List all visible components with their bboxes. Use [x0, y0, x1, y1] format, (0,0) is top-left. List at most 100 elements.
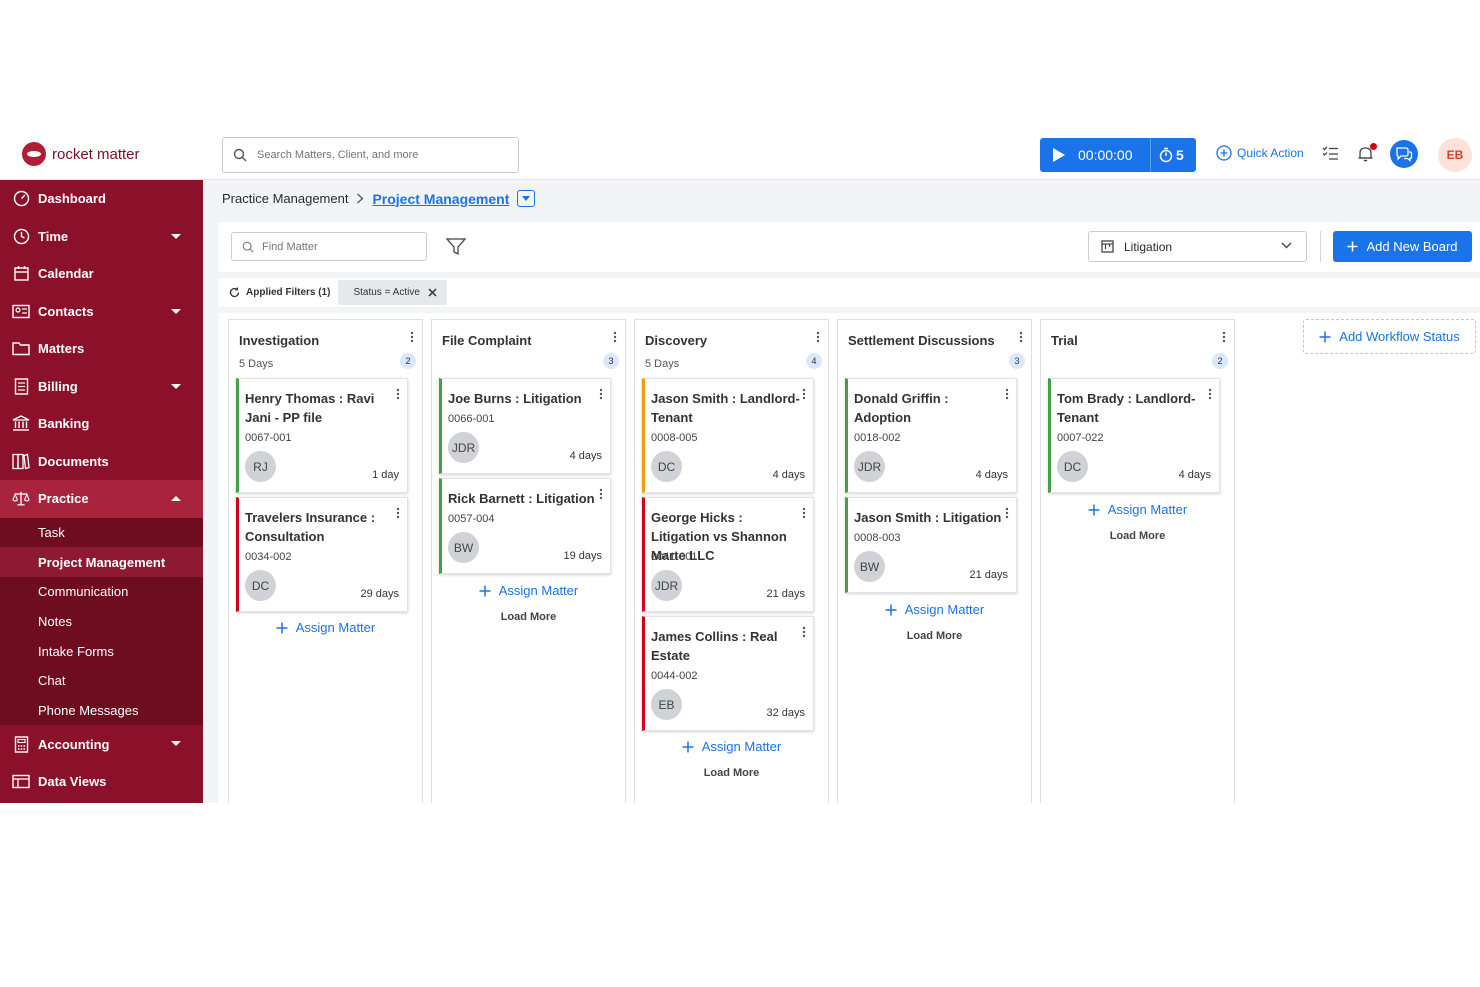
load-more-button[interactable]: Load More	[635, 767, 828, 779]
clock-icon	[12, 227, 30, 245]
assign-matter-button[interactable]: Assign Matter	[635, 739, 828, 754]
assignee-avatar: JDR	[651, 570, 682, 601]
board-select[interactable]: Litigation	[1088, 231, 1307, 262]
active-timers-button[interactable]: 5	[1151, 147, 1184, 163]
kebab-menu-icon	[396, 507, 400, 519]
card-menu-button[interactable]	[599, 387, 603, 405]
sidebar-item-label: Accounting	[38, 736, 110, 752]
card-menu-button[interactable]	[1005, 506, 1009, 524]
sidebar-subitem-phone-messages[interactable]: Phone Messages	[0, 696, 203, 726]
logo[interactable]: rocket matter	[22, 142, 140, 166]
card-menu-button[interactable]	[1208, 387, 1212, 405]
sidebar-item-banking[interactable]: Banking	[0, 405, 203, 443]
load-more-button[interactable]: Load More	[1041, 530, 1234, 542]
sidebar-subitem-communication[interactable]: Communication	[0, 577, 203, 607]
matter-card[interactable]: George Hicks : Litigation vs Shannon Mar…	[642, 497, 814, 612]
matter-card[interactable]: Joe Burns : Litigation 0066-001 JDR 4 da…	[439, 378, 611, 474]
column-menu-button[interactable]	[1019, 330, 1023, 348]
quick-action-button[interactable]: Quick Action	[1216, 145, 1304, 161]
timer-widget[interactable]: 00:00:00 5	[1040, 138, 1196, 172]
assignee-avatar: BW	[854, 551, 885, 582]
card-menu-button[interactable]	[396, 387, 400, 405]
assign-matter-label: Assign Matter	[498, 583, 579, 598]
sidebar-item-calendar[interactable]: Calendar	[0, 255, 203, 293]
matter-card[interactable]: James Collins : Real Estate 0044-002 EB …	[642, 616, 814, 731]
assign-matter-button[interactable]: Assign Matter	[838, 602, 1031, 617]
breadcrumb-dropdown-button[interactable]	[517, 190, 536, 207]
global-search[interactable]	[222, 137, 519, 173]
sidebar-item-documents[interactable]: Documents	[0, 443, 203, 481]
days-in-status: 21 days	[969, 569, 1008, 581]
checklist-icon	[1322, 146, 1338, 160]
sidebar-item-data-views[interactable]: Data Views	[0, 763, 203, 801]
column-menu-button[interactable]	[816, 330, 820, 348]
card-menu-button[interactable]	[1005, 387, 1009, 405]
plus-icon	[1088, 504, 1100, 515]
notifications-button[interactable]	[1357, 143, 1377, 167]
rocket-matter-logo-icon	[22, 142, 46, 166]
sidebar-item-billing[interactable]: Billing	[0, 368, 203, 406]
chat-button[interactable]	[1390, 140, 1418, 168]
sidebar-subitem-chat[interactable]: Chat	[0, 666, 203, 696]
sidebar-subitem-intake-forms[interactable]: Intake Forms	[0, 636, 203, 666]
sidebar-item-time[interactable]: Time	[0, 218, 203, 256]
board-column-discovery: Discovery 5 Days 4 Jason Smith : Landlor…	[634, 319, 829, 803]
sidebar-item-contacts[interactable]: Contacts	[0, 293, 203, 331]
card-menu-button[interactable]	[802, 506, 806, 524]
column-title: Trial	[1051, 333, 1078, 348]
matter-number: 0044-002	[651, 670, 698, 682]
load-more-button[interactable]: Load More	[432, 611, 625, 623]
matter-card[interactable]: Jason Smith : Litigation 0008-003 BW 21 …	[845, 497, 1017, 593]
column-menu-button[interactable]	[1222, 330, 1226, 348]
kanban-board: Investigation 5 Days 2 Henry Thomas : Ra…	[219, 313, 1480, 803]
sidebar-item-accounting[interactable]: Accounting	[0, 725, 203, 763]
close-icon[interactable]	[428, 288, 437, 297]
column-count-badge: 2	[400, 353, 416, 369]
global-search-input[interactable]	[257, 149, 497, 161]
matter-card[interactable]: Rick Barnett : Litigation 0057-004 BW 19…	[439, 478, 611, 574]
user-avatar[interactable]: EB	[1438, 138, 1472, 172]
plus-icon	[276, 622, 288, 633]
matter-card[interactable]: Tom Brady : Landlord-Tenant 0007-022 DC …	[1048, 378, 1220, 493]
card-menu-button[interactable]	[396, 506, 400, 524]
filter-button[interactable]	[445, 238, 467, 261]
kebab-menu-icon	[802, 507, 806, 519]
column-count-badge: 4	[806, 353, 822, 369]
add-workflow-status-button[interactable]: Add Workflow Status	[1303, 319, 1476, 354]
sidebar-subitem-notes[interactable]: Notes	[0, 607, 203, 637]
matter-card[interactable]: Travelers Insurance : Consultation 0034-…	[236, 497, 408, 612]
breadcrumb-parent[interactable]: Practice Management	[222, 191, 348, 206]
matter-card[interactable]: Jason Smith : Landlord-Tenant 0008-005 D…	[642, 378, 814, 493]
task-list-button[interactable]	[1322, 145, 1339, 167]
kebab-menu-icon	[816, 331, 820, 343]
card-menu-button[interactable]	[802, 387, 806, 405]
card-menu-button[interactable]	[599, 487, 603, 505]
matter-card[interactable]: Henry Thomas : Ravi Jani - PP file 0067-…	[236, 378, 408, 493]
breadcrumb-current[interactable]: Project Management	[372, 191, 509, 207]
column-count-badge: 3	[1009, 353, 1025, 369]
add-new-board-button[interactable]: Add New Board	[1333, 231, 1472, 262]
load-more-button[interactable]: Load More	[838, 630, 1031, 642]
play-timer-button[interactable]	[1040, 147, 1078, 163]
sidebar-item-practice[interactable]: Practice	[0, 480, 203, 518]
find-matter-field[interactable]	[231, 232, 427, 261]
sidebar-item-matters[interactable]: Matters	[0, 330, 203, 368]
assign-matter-button[interactable]: Assign Matter	[229, 620, 422, 635]
sidebar-subitem-project-management[interactable]: Project Management	[0, 547, 203, 577]
find-matter-input[interactable]	[262, 240, 412, 253]
calendar-icon	[12, 265, 30, 283]
applied-filters[interactable]: Applied Filters (1)	[229, 287, 330, 298]
sidebar-subitem-task[interactable]: Task	[0, 518, 203, 548]
column-menu-button[interactable]	[410, 330, 414, 348]
matter-card[interactable]: Donald Griffin : Adoption 0018-002 JDR 4…	[845, 378, 1017, 493]
sidebar-item-label: Billing	[38, 378, 78, 394]
assign-matter-button[interactable]: Assign Matter	[1041, 502, 1234, 517]
board-icon	[1101, 240, 1114, 253]
card-menu-button[interactable]	[802, 625, 806, 643]
column-menu-button[interactable]	[613, 330, 617, 348]
sidebar-item-dashboard[interactable]: Dashboard	[0, 180, 203, 218]
kebab-menu-icon	[613, 331, 617, 343]
data-views-icon	[12, 773, 30, 791]
assign-matter-button[interactable]: Assign Matter	[432, 583, 625, 598]
matter-card-title: Travelers Insurance : Consultation	[245, 510, 376, 544]
